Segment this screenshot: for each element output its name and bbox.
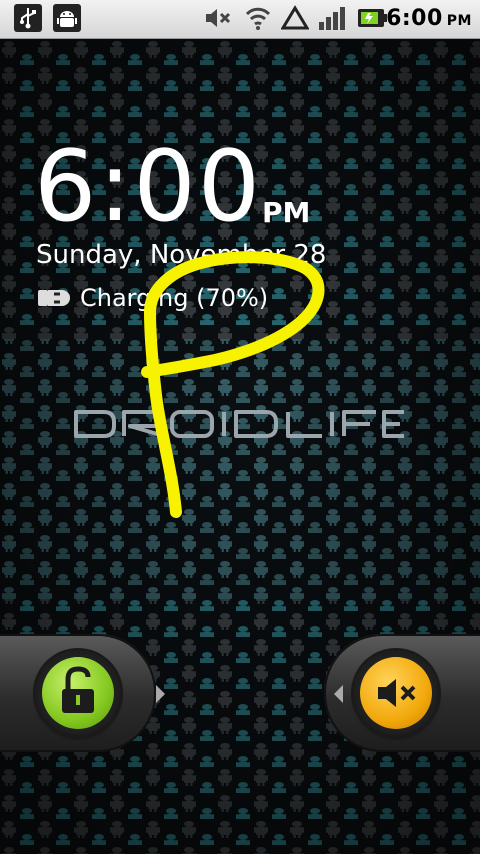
sound-slider-tab[interactable] [324,634,480,752]
charging-status: Charging (70%) [36,284,268,312]
battery-charging-icon [356,4,387,32]
clock-time: 6:00 [34,130,263,244]
charging-text: Charging (70%) [80,284,269,312]
wifi-icon [244,4,272,32]
signal-icon [317,4,345,32]
data-roaming-icon [280,4,310,32]
unlock-slider-tab[interactable] [0,634,156,752]
unlock-knob[interactable] [36,651,120,735]
status-bar-clock: 6:00 PM [386,6,472,31]
sound-off-icon [378,679,416,707]
sound-knob[interactable] [354,651,438,735]
silent-icon [203,4,231,32]
clock-ampm: PM [262,196,311,229]
usb-icon [14,4,42,32]
unlock-icon [62,666,94,713]
droidlife-logo [74,408,406,444]
slide-right-arrow-icon [156,685,165,703]
lockscreen-date: Sunday, November 28 [36,240,327,270]
android-debug-icon [53,4,81,32]
lockscreen-clock: 6:00 PM [34,130,310,244]
slide-left-arrow-icon [334,685,343,703]
charging-plug-icon [36,286,72,310]
status-bar: 6:00 PM [0,0,480,39]
